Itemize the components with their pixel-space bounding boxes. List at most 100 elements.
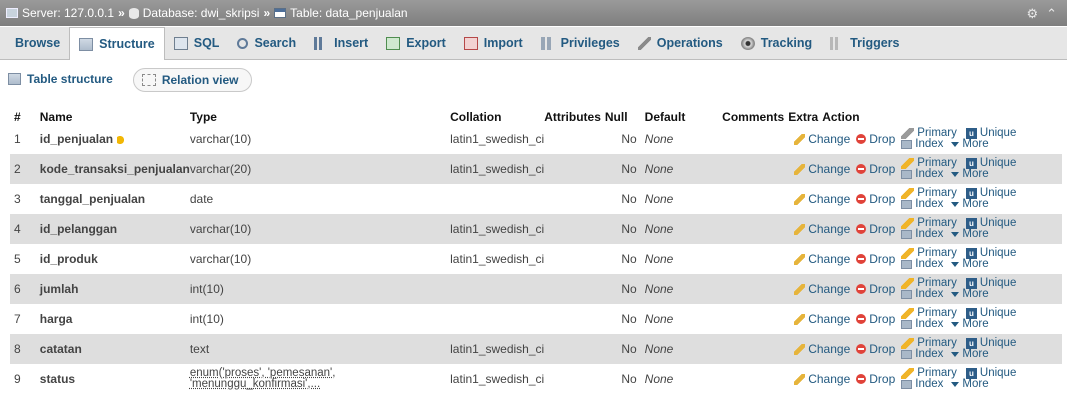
drop-button[interactable]: Drop xyxy=(856,312,895,326)
tab-browse[interactable]: Browse xyxy=(6,27,69,59)
breadcrumb-table[interactable]: Table: data_penjualan xyxy=(274,6,408,20)
index-icon xyxy=(901,200,913,209)
index-actions: Primary u Unique Index More xyxy=(901,247,1016,270)
column-default: None xyxy=(644,154,723,184)
settings-gear-icon[interactable]: ⚙ xyxy=(1026,6,1038,22)
column-name[interactable]: tanggal_penjualan xyxy=(39,184,190,214)
drop-button[interactable]: Drop xyxy=(856,162,895,176)
tab-tracking[interactable]: Tracking xyxy=(732,27,821,59)
header-num: # xyxy=(10,110,40,124)
column-type: text xyxy=(189,334,451,364)
column-comments xyxy=(722,274,789,304)
column-name[interactable]: id_penjualan xyxy=(39,124,190,154)
column-name[interactable]: id_produk xyxy=(39,244,190,274)
drop-button[interactable]: Drop xyxy=(856,372,895,386)
index-button[interactable]: Index xyxy=(901,318,943,330)
database-icon xyxy=(128,7,139,19)
column-type: date xyxy=(189,184,451,214)
more-dropdown[interactable]: More xyxy=(946,288,989,300)
column-name[interactable]: id_pelanggan xyxy=(39,214,190,244)
chevron-down-icon xyxy=(951,172,960,177)
drop-icon xyxy=(856,284,867,294)
change-button[interactable]: Change xyxy=(794,312,850,326)
drop-button[interactable]: Drop xyxy=(856,342,895,356)
column-type: int(10) xyxy=(189,304,451,334)
tab-operations[interactable]: Operations xyxy=(629,27,732,59)
subtab-relation-view[interactable]: Relation view xyxy=(132,68,252,92)
change-button[interactable]: Change xyxy=(794,222,850,236)
change-button[interactable]: Change xyxy=(794,192,850,206)
change-button[interactable]: Change xyxy=(794,282,850,296)
breadcrumb-separator: » xyxy=(118,6,125,20)
change-button[interactable]: Change xyxy=(794,132,850,146)
chevron-down-icon xyxy=(951,202,960,207)
more-dropdown[interactable]: More xyxy=(946,378,989,390)
header-type[interactable]: Type xyxy=(189,110,451,124)
index-button[interactable]: Index xyxy=(901,288,943,300)
tab-insert[interactable]: Insert xyxy=(305,27,377,59)
column-collation xyxy=(450,274,545,304)
header-default: Default xyxy=(644,110,723,124)
header-name[interactable]: Name xyxy=(39,110,190,124)
tab-export[interactable]: Export xyxy=(377,27,455,59)
tracking-eye-icon xyxy=(740,36,755,50)
column-null: No xyxy=(604,124,645,154)
collapse-icon[interactable]: ⌃ xyxy=(1046,6,1057,22)
header-collation[interactable]: Collation xyxy=(450,110,545,124)
drop-button[interactable]: Drop xyxy=(856,222,895,236)
index-button[interactable]: Index xyxy=(901,138,943,150)
more-dropdown[interactable]: More xyxy=(946,138,989,150)
breadcrumb-server[interactable]: Server: 127.0.0.1 xyxy=(6,6,114,20)
change-button[interactable]: Change xyxy=(794,162,850,176)
pencil-icon xyxy=(794,163,806,175)
index-button[interactable]: Index xyxy=(901,348,943,360)
index-button[interactable]: Index xyxy=(901,168,943,180)
drop-button[interactable]: Drop xyxy=(856,192,895,206)
column-name[interactable]: catatan xyxy=(39,334,190,364)
tab-structure[interactable]: Structure xyxy=(69,27,165,60)
column-collation: latin1_swedish_ci xyxy=(450,214,545,244)
index-button[interactable]: Index xyxy=(901,258,943,270)
more-dropdown[interactable]: More xyxy=(946,318,989,330)
column-name[interactable]: harga xyxy=(39,304,190,334)
change-button[interactable]: Change xyxy=(794,372,850,386)
subtab-table-structure[interactable]: Table structure xyxy=(6,68,125,90)
tab-triggers[interactable]: Triggers xyxy=(821,27,908,59)
tab-import[interactable]: Import xyxy=(455,27,532,59)
drop-icon xyxy=(856,134,867,144)
row-number: 8 xyxy=(10,334,40,364)
drop-button[interactable]: Drop xyxy=(856,132,895,146)
more-dropdown[interactable]: More xyxy=(946,198,989,210)
change-button[interactable]: Change xyxy=(794,342,850,356)
tab-sql[interactable]: SQL xyxy=(165,27,229,59)
column-attributes xyxy=(544,124,605,154)
index-button[interactable]: Index xyxy=(901,198,943,210)
more-dropdown[interactable]: More xyxy=(946,168,989,180)
more-dropdown[interactable]: More xyxy=(946,258,989,270)
column-name[interactable]: kode_transaksi_penjualan xyxy=(39,154,190,184)
column-actions: Change Drop Primary u Unique Index More xyxy=(794,124,1062,154)
breadcrumb-database[interactable]: Database: dwi_skripsi xyxy=(128,6,259,20)
drop-button[interactable]: Drop xyxy=(856,252,895,266)
pencil-icon xyxy=(794,193,806,205)
more-dropdown[interactable]: More xyxy=(946,348,989,360)
index-button[interactable]: Index xyxy=(901,378,943,390)
index-button[interactable]: Index xyxy=(901,228,943,240)
tab-label: Triggers xyxy=(850,36,900,50)
row-number: 6 xyxy=(10,274,40,304)
column-name[interactable]: jumlah xyxy=(39,274,190,304)
tab-search[interactable]: Search xyxy=(228,27,305,59)
column-attributes xyxy=(544,184,605,214)
column-name[interactable]: status xyxy=(39,364,190,394)
tab-privileges[interactable]: Privileges xyxy=(532,27,629,59)
change-button[interactable]: Change xyxy=(794,252,850,266)
column-comments xyxy=(722,364,789,394)
primary-key-icon xyxy=(901,248,915,259)
more-dropdown[interactable]: More xyxy=(946,228,989,240)
drop-button[interactable]: Drop xyxy=(856,282,895,296)
tab-label: Privileges xyxy=(560,36,620,50)
triggers-icon xyxy=(830,36,845,50)
column-null: No xyxy=(604,304,645,334)
index-actions: Primary u Unique Index More xyxy=(901,127,1016,150)
column-actions: Change Drop Primary u Unique Index More xyxy=(794,214,1062,244)
